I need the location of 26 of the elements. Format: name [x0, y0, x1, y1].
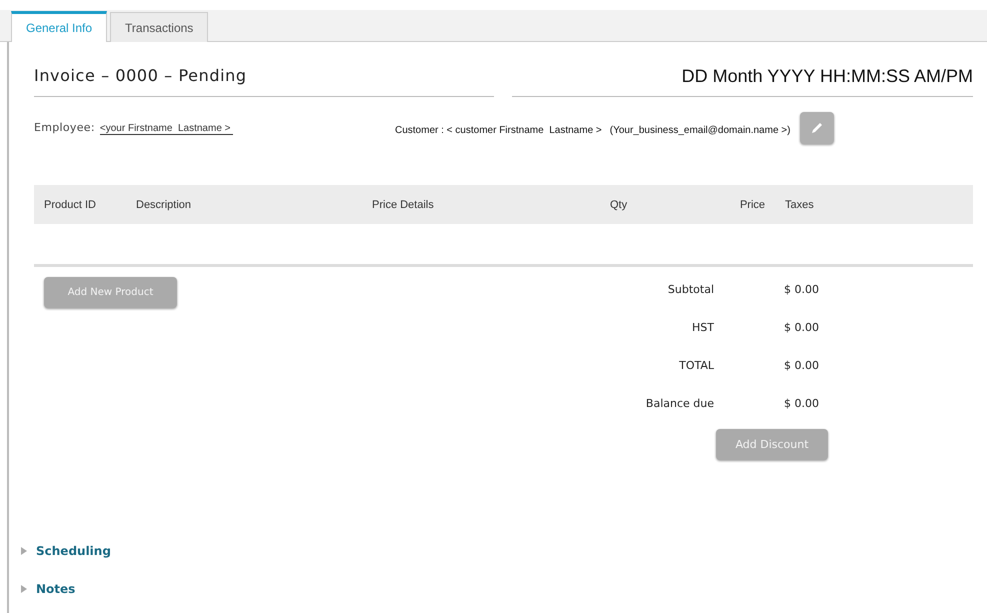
edit-button[interactable] — [800, 112, 834, 144]
employee-label: Employee: — [34, 121, 95, 134]
total-label: Subtotal — [666, 283, 714, 296]
total-value: $ 0.00 — [784, 321, 819, 334]
section-header[interactable]: Scheduling — [36, 544, 111, 558]
total-value: $ 0.00 — [784, 359, 819, 372]
column-header: Qty — [610, 198, 628, 210]
customer-email: (Your_business_email@domain.name >) — [610, 125, 790, 136]
invoice-title: Invoice – 0000 – Pending — [34, 66, 494, 97]
column-header: Description — [136, 198, 192, 210]
total-label: TOTAL — [678, 359, 714, 372]
employee-name: <your Firstname Lastname > — [100, 123, 234, 135]
tab[interactable]: Transactions — [110, 12, 208, 42]
tab[interactable]: General Info — [11, 11, 108, 42]
total-label: Balance due — [644, 397, 714, 410]
invoice-datetime: DD Month YYYY HH:MM:SS AM/PM — [512, 66, 973, 97]
column-header: Taxes — [785, 198, 814, 210]
total-value: $ 0.00 — [784, 397, 819, 410]
section-header[interactable]: Notes — [36, 582, 76, 596]
pencil-icon — [810, 121, 824, 135]
customer-name: Customer : < customer Firstname Lastname > — [395, 125, 602, 136]
column-header: Price — [738, 198, 765, 210]
total-value: $ 0.00 — [784, 283, 819, 296]
column-header: Product ID — [44, 198, 97, 210]
total-label: HST — [691, 321, 714, 334]
column-header: Price Details — [372, 198, 435, 210]
